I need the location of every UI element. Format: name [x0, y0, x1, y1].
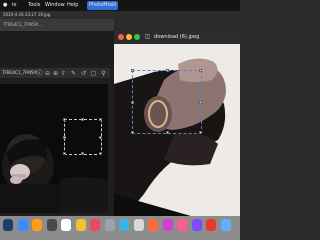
sidebar-icon[interactable]: ◫	[144, 33, 151, 40]
dock-app-icon[interactable]	[61, 219, 71, 231]
markup-icon[interactable]: ✎	[70, 70, 77, 77]
selection-handle[interactable]	[131, 131, 134, 134]
zoom-out-icon[interactable]: ⊖	[44, 70, 51, 77]
selection-handle[interactable]	[131, 69, 134, 72]
dock	[0, 216, 240, 240]
selection-handle[interactable]	[81, 152, 84, 155]
active-app-badge[interactable]: PhotoMosh	[87, 1, 119, 10]
close-button[interactable]	[118, 34, 124, 40]
window-title-bar: 7FBG4C1_7FM5PI... ⓘ ⊖ ⊕ ⇧ ✎ ↺ ▢ ⚲	[0, 68, 110, 78]
dock-app-icon[interactable]	[104, 219, 115, 231]
window-title: 7FBG4C1_7FM5PI...	[2, 70, 41, 75]
selection-handle[interactable]	[99, 118, 102, 121]
dock-app-icon[interactable]	[32, 219, 42, 231]
zoom-button[interactable]	[134, 34, 140, 40]
selection-handle[interactable]	[166, 69, 169, 72]
menu-item-window[interactable]: Window	[45, 0, 65, 11]
menu-item-file[interactable]: le	[12, 0, 16, 11]
file-bar: 7TBG4C1_7FM5PI...	[0, 19, 114, 31]
dock-app-icon[interactable]	[46, 219, 57, 231]
window-title: download (6).jpeg	[154, 34, 200, 40]
selection-handle[interactable]	[99, 136, 102, 139]
minimize-button[interactable]	[126, 34, 132, 40]
select-icon[interactable]: ▢	[90, 70, 97, 77]
selection-handle[interactable]	[63, 136, 66, 139]
rotate-icon[interactable]: ↺	[80, 70, 87, 77]
selection-handle[interactable]	[199, 131, 202, 134]
dock-app-icon[interactable]	[206, 219, 216, 231]
selection-handle[interactable]	[63, 152, 66, 155]
selection-handle[interactable]	[166, 131, 169, 134]
menu-bar: ● le Tools Window Help PhotoMosh	[0, 0, 240, 11]
tab-title[interactable]: 2024-4-26 23:27 19.jpg	[3, 11, 50, 19]
selection-handle[interactable]	[131, 101, 134, 104]
selection-handle[interactable]	[99, 152, 102, 155]
search-icon[interactable]: ⚲	[100, 70, 107, 77]
share-icon[interactable]: ⇧	[60, 70, 67, 77]
menu-item-tools[interactable]: Tools	[28, 0, 40, 11]
selection-handle[interactable]	[63, 118, 66, 121]
dock-app-icon[interactable]	[220, 219, 231, 231]
dock-app-icon[interactable]	[17, 219, 28, 231]
window-title-bar: ◫ download (6).jpeg	[114, 30, 240, 44]
selection-rectangle[interactable]	[63, 118, 102, 155]
selection-handle[interactable]	[199, 101, 202, 104]
selection-handle[interactable]	[81, 118, 84, 121]
dock-app-icon[interactable]	[133, 219, 144, 231]
dock-app-icon[interactable]	[75, 219, 86, 231]
file-bar-label: 7TBG4C1_7FM5PI...	[3, 22, 42, 27]
dock-app-icon[interactable]	[177, 219, 187, 231]
zoom-in-icon[interactable]: ⊕	[52, 70, 59, 77]
apple-menu-icon[interactable]: ●	[3, 0, 7, 11]
tab-bar: 2024-4-26 23:27 19.jpg	[0, 11, 114, 19]
selection-rectangle[interactable]	[131, 69, 202, 134]
dock-app-icon[interactable]	[90, 219, 100, 231]
dock-app-icon[interactable]	[191, 219, 202, 231]
info-icon[interactable]: ⓘ	[36, 70, 43, 77]
menu-item-help[interactable]: Help	[67, 0, 78, 11]
photo-dark-portrait[interactable]	[0, 84, 108, 213]
photo-hand-ring[interactable]	[114, 44, 240, 230]
preview-window-front: ◫ download (6).jpeg	[114, 30, 240, 230]
dock-app-icon[interactable]	[3, 219, 13, 231]
dock-app-icon[interactable]	[119, 219, 129, 231]
selection-handle[interactable]	[199, 69, 202, 72]
canvas-background	[0, 31, 114, 59]
dock-app-icon[interactable]	[148, 219, 158, 231]
dock-app-icon[interactable]	[162, 219, 173, 231]
preview-window-back: 2024-4-26 23:27 19.jpg 7TBG4C1_7FM5PI...…	[0, 11, 114, 216]
